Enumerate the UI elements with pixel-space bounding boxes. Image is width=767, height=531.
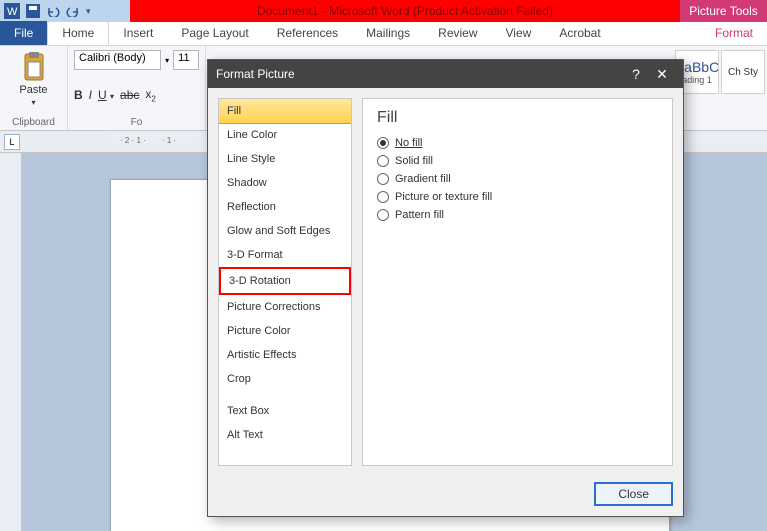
tab-references[interactable]: References [263, 21, 352, 45]
svg-text:W: W [7, 6, 18, 18]
tab-home[interactable]: Home [47, 21, 109, 45]
word-icon: W [4, 3, 20, 19]
category-text-box[interactable]: Text Box [219, 399, 351, 423]
subscript-button[interactable]: x2 [145, 87, 155, 103]
format-picture-dialog: Format Picture ? ✕ Fill Line Color Line … [207, 59, 684, 517]
dialog-title: Format Picture [216, 67, 623, 81]
category-3d-format[interactable]: 3-D Format [219, 243, 351, 267]
radio-gradient-fill[interactable]: Gradient fill [377, 173, 658, 185]
radio-picture-texture-fill[interactable]: Picture or texture fill [377, 191, 658, 203]
help-button[interactable]: ? [623, 66, 649, 82]
category-glow[interactable]: Glow and Soft Edges [219, 219, 351, 243]
radio-icon [377, 137, 389, 149]
radio-icon [377, 173, 389, 185]
strike-button[interactable]: abc [120, 88, 139, 102]
category-reflection[interactable]: Reflection [219, 195, 351, 219]
radio-no-fill[interactable]: No fill [377, 137, 658, 149]
contextual-tab-label: Picture Tools [680, 0, 767, 22]
vertical-ruler[interactable] [0, 153, 22, 531]
paste-button[interactable]: Paste ▾ [6, 50, 61, 109]
category-fill[interactable]: Fill [218, 98, 352, 124]
font-size-select[interactable]: 11 [173, 50, 199, 70]
category-line-style[interactable]: Line Style [219, 147, 351, 171]
paste-icon [21, 52, 47, 82]
category-artistic-effects[interactable]: Artistic Effects [219, 343, 351, 367]
tab-review[interactable]: Review [424, 21, 491, 45]
tab-file[interactable]: File [0, 21, 47, 45]
category-picture-color[interactable]: Picture Color [219, 319, 351, 343]
category-line-color[interactable]: Line Color [219, 123, 351, 147]
radio-icon [377, 155, 389, 167]
redo-icon[interactable] [66, 5, 80, 17]
radio-icon [377, 209, 389, 221]
save-icon[interactable] [26, 4, 40, 18]
change-styles-button[interactable]: Ch Sty [721, 50, 765, 94]
tab-selector[interactable]: L [4, 134, 20, 150]
category-alt-text[interactable]: Alt Text [219, 423, 351, 447]
pane-heading: Fill [377, 109, 658, 127]
tab-format[interactable]: Format [701, 21, 767, 45]
window-title: Document1 - Microsoft Word (Product Acti… [130, 4, 680, 18]
quick-access-toolbar: W ▾ [0, 0, 130, 22]
dialog-titlebar[interactable]: Format Picture ? ✕ [208, 60, 683, 88]
options-pane: Fill No fill Solid fill Gradient fill Pi… [362, 98, 673, 466]
tab-mailings[interactable]: Mailings [352, 21, 424, 45]
radio-icon [377, 191, 389, 203]
radio-pattern-fill[interactable]: Pattern fill [377, 209, 658, 221]
font-group-label: Fo [74, 117, 199, 128]
tab-view[interactable]: View [492, 21, 546, 45]
qat-dropdown-icon[interactable]: ▾ [86, 6, 91, 17]
clipboard-group-label: Clipboard [6, 117, 61, 128]
font-name-select[interactable]: Calibri (Body) [74, 50, 161, 70]
category-shadow[interactable]: Shadow [219, 171, 351, 195]
category-picture-corrections[interactable]: Picture Corrections [219, 295, 351, 319]
category-crop[interactable]: Crop [219, 367, 351, 391]
close-button[interactable]: Close [594, 482, 673, 506]
radio-solid-fill[interactable]: Solid fill [377, 155, 658, 167]
paste-label: Paste [19, 84, 47, 96]
tab-page-layout[interactable]: Page Layout [167, 21, 262, 45]
italic-button[interactable]: I [89, 88, 92, 102]
tab-acrobat[interactable]: Acrobat [545, 21, 614, 45]
tab-insert[interactable]: Insert [109, 21, 167, 45]
underline-button[interactable]: U ▾ [98, 88, 114, 102]
bold-button[interactable]: B [74, 88, 83, 102]
title-bar: W ▾ Document1 - Microsoft Word (Product … [0, 0, 767, 22]
category-list: Fill Line Color Line Style Shadow Reflec… [218, 98, 352, 466]
ribbon-tabs: File Home Insert Page Layout References … [0, 22, 767, 46]
close-icon[interactable]: ✕ [649, 66, 675, 83]
undo-icon[interactable] [46, 5, 60, 17]
category-3d-rotation[interactable]: 3-D Rotation [219, 267, 351, 295]
